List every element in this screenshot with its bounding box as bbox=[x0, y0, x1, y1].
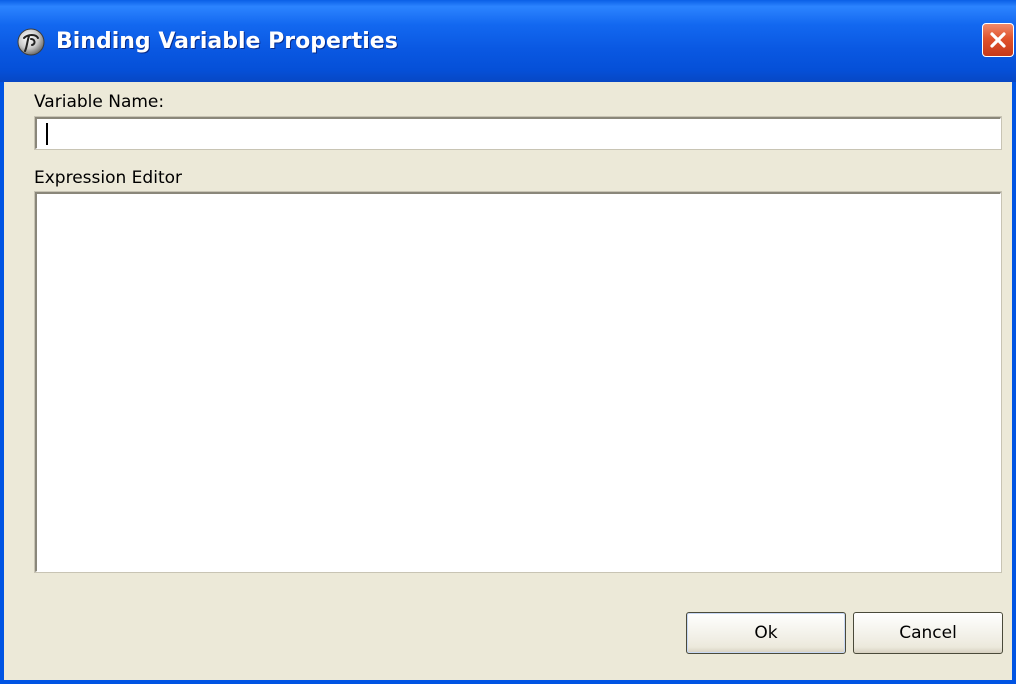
expression-editor-textarea[interactable] bbox=[34, 191, 1002, 573]
text-caret bbox=[46, 123, 48, 145]
variable-name-label: Variable Name: bbox=[34, 92, 165, 112]
dialog-body: Variable Name: Expression Editor Ok Canc… bbox=[4, 82, 1012, 680]
cancel-button[interactable]: Cancel bbox=[853, 612, 1003, 654]
title-bar[interactable]: Binding Variable Properties bbox=[0, 0, 1016, 82]
close-icon bbox=[990, 32, 1006, 48]
ok-button[interactable]: Ok bbox=[686, 612, 846, 654]
app-logo-icon bbox=[16, 27, 46, 57]
close-button[interactable] bbox=[982, 23, 1014, 57]
dialog-window: Binding Variable Properties Variable Nam… bbox=[0, 0, 1016, 684]
variable-name-input[interactable] bbox=[34, 116, 1002, 150]
expression-editor-label: Expression Editor bbox=[34, 168, 182, 188]
window-title: Binding Variable Properties bbox=[56, 29, 398, 54]
